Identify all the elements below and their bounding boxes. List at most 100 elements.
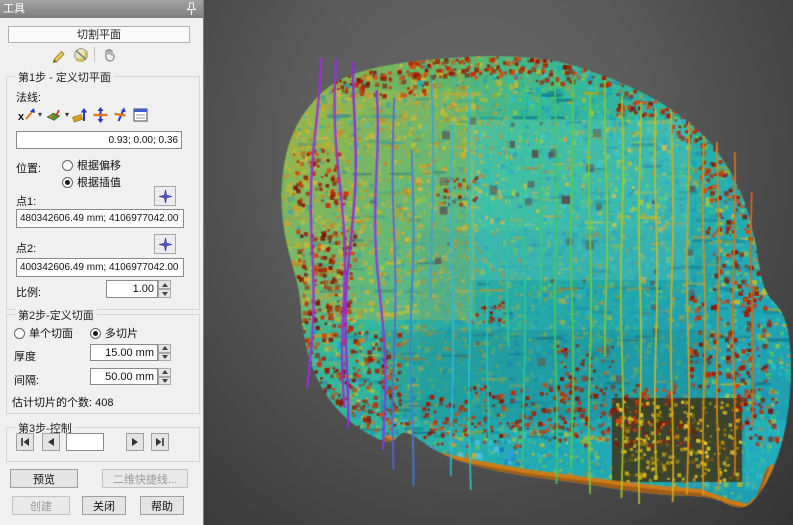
first-slice-button[interactable] [16, 433, 34, 451]
invert-normal-icon [92, 107, 109, 123]
plane-normal-icon [45, 107, 62, 123]
radio-by-offset[interactable]: 根据偏移 [62, 157, 121, 173]
slice-estimate-label: 估计切片的个数: [12, 397, 92, 409]
triangle-up-icon [162, 346, 168, 350]
radio-circle [90, 328, 101, 339]
svg-text:x: x [18, 111, 25, 123]
point-cloud-canvas[interactable] [204, 0, 793, 525]
pencil-icon [51, 47, 67, 63]
axis-normal-icon: x [18, 107, 35, 123]
next-slice-button[interactable] [126, 433, 144, 451]
skip-last-icon [155, 437, 165, 447]
help-button-label: 帮助 [151, 498, 173, 514]
slice-index-input[interactable] [66, 433, 104, 451]
panel-title: 工具 [3, 3, 25, 15]
create-button[interactable]: 创建 [12, 496, 70, 515]
step1-legend: 第1步 - 定义切平面 [15, 69, 114, 85]
point1-input[interactable] [16, 209, 184, 228]
numeric-normal-button[interactable] [132, 106, 149, 123]
spin-up-button[interactable] [158, 368, 171, 377]
fit-normal-button[interactable] [72, 106, 89, 123]
triangle-up-icon [162, 370, 168, 374]
next-icon [130, 437, 140, 447]
point2-label: 点2: [16, 240, 36, 256]
normal-icon-row: x ▾ ▾ [18, 106, 149, 123]
hand-icon [101, 47, 117, 63]
help-button[interactable]: 帮助 [140, 496, 184, 515]
pin-icon[interactable] [186, 2, 197, 16]
triangle-up-icon [162, 283, 168, 287]
spin-down-button[interactable] [158, 353, 171, 362]
application-window: 工具 切割平面 [0, 0, 793, 525]
preview-button[interactable]: 预览 [10, 469, 78, 488]
radio-circle [62, 160, 73, 171]
spin-up-button[interactable] [158, 280, 171, 289]
invert-normal-button[interactable] [92, 106, 109, 123]
plane-normal-dropdown[interactable]: ▾ [65, 107, 69, 123]
triangle-down-icon [162, 379, 168, 383]
edit-normal-button[interactable] [112, 106, 129, 123]
radio-single-section[interactable]: 单个切面 [14, 325, 73, 341]
thickness-label: 厚度 [14, 348, 36, 364]
create-button-label: 创建 [30, 498, 52, 514]
thickness-spinner [158, 344, 171, 361]
edit-normal-icon [112, 107, 129, 123]
tool-title: 切割平面 [8, 26, 190, 43]
point1-label: 点1: [16, 193, 36, 209]
spacing-label: 间隔: [14, 372, 39, 388]
spacing-input[interactable] [90, 368, 158, 385]
triangle-down-icon [162, 292, 168, 296]
slice-estimate-value: 408 [95, 397, 113, 409]
fit-normal-icon [72, 107, 89, 123]
clipping-sphere-button[interactable] [72, 46, 89, 63]
scale-input[interactable] [106, 280, 158, 298]
pick-point-star-icon [158, 237, 173, 252]
pick-point1-button[interactable] [154, 186, 176, 206]
toolbar-separator [94, 47, 95, 62]
spin-down-button[interactable] [158, 289, 171, 298]
last-slice-button[interactable] [151, 433, 169, 451]
sphere-icon [73, 47, 89, 63]
thickness-input[interactable] [90, 344, 158, 361]
axis-normal-button[interactable]: x [18, 106, 35, 123]
radio-by-interpolation[interactable]: 根据插值 [62, 174, 121, 190]
tools-panel: 工具 切割平面 [0, 0, 204, 525]
step2-legend: 第2步-定义切面 [15, 307, 97, 323]
slice-estimate: 估计切片的个数: 408 [12, 394, 113, 410]
radio-circle [14, 328, 25, 339]
previous-icon [46, 437, 56, 447]
close-button-label: 关闭 [93, 498, 115, 514]
scale-label: 比例: [16, 284, 41, 300]
pick-point2-button[interactable] [154, 234, 176, 254]
triangle-down-icon [162, 355, 168, 359]
tool-title-label: 切割平面 [77, 29, 121, 41]
close-button[interactable]: 关闭 [82, 496, 126, 515]
normal-label: 法线: [16, 89, 41, 105]
panel-titlebar[interactable]: 工具 [0, 0, 203, 18]
3d-viewport[interactable] [204, 0, 793, 525]
axis-normal-dropdown[interactable]: ▾ [38, 107, 42, 123]
preview-button-label: 预览 [33, 471, 55, 487]
scale-spinner [158, 280, 171, 298]
shortcut-2d-button-label: 二维快捷线... [113, 471, 177, 487]
skip-first-icon [20, 437, 30, 447]
normal-vector-input[interactable] [16, 131, 182, 149]
shortcut-2d-button[interactable]: 二维快捷线... [102, 469, 188, 488]
pick-point-star-icon [158, 189, 173, 204]
radio-circle [62, 177, 73, 188]
spacing-spinner [158, 368, 171, 385]
radio-by-interpolation-label: 根据插值 [77, 174, 121, 190]
radio-multi-slices-label: 多切片 [105, 325, 138, 341]
edit-plane-button[interactable] [50, 46, 67, 63]
radio-by-offset-label: 根据偏移 [77, 157, 121, 173]
previous-slice-button[interactable] [42, 433, 60, 451]
radio-multi-slices[interactable]: 多切片 [90, 325, 138, 341]
plane-normal-button[interactable] [45, 106, 62, 123]
radio-single-section-label: 单个切面 [29, 325, 73, 341]
dialog-icon [132, 107, 149, 123]
spin-down-button[interactable] [158, 377, 171, 386]
grab-mode-button[interactable] [100, 46, 117, 63]
position-label: 位置: [16, 160, 41, 176]
point2-input[interactable] [16, 258, 184, 277]
spin-up-button[interactable] [158, 344, 171, 353]
